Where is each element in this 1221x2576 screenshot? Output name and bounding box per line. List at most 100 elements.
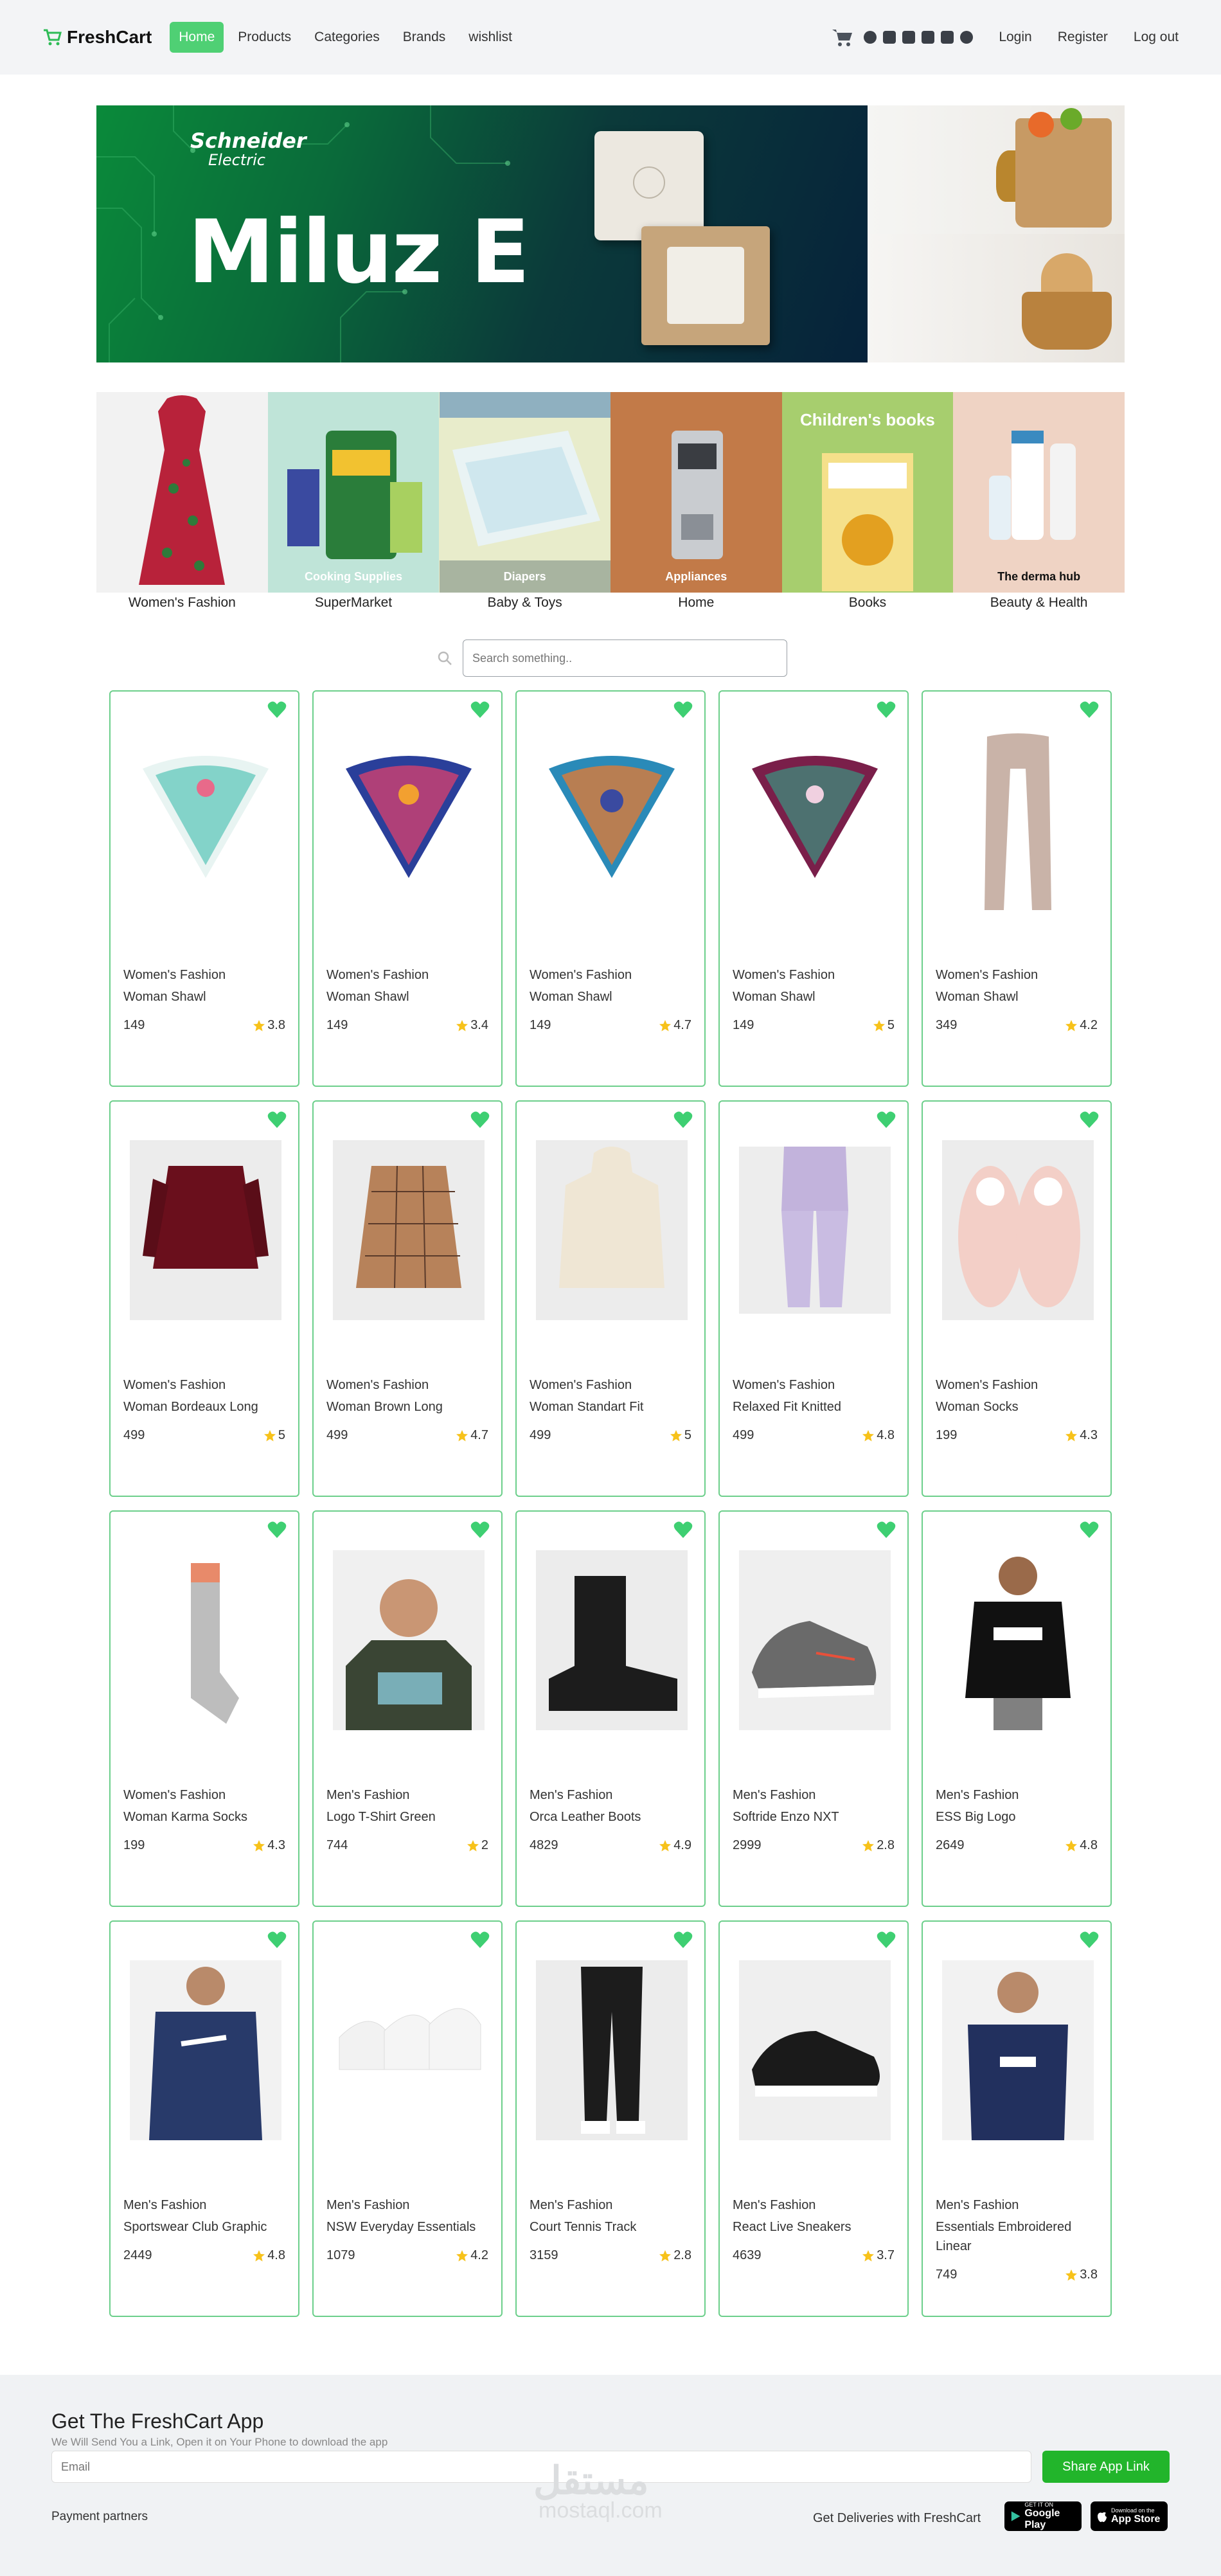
youtube-icon[interactable]	[922, 31, 935, 44]
category-item[interactable]: The derma hub Beauty & Health	[953, 392, 1125, 617]
product-card[interactable]: Women's Fashion Woman Shawl 149 3.4	[312, 690, 503, 1087]
heart-icon[interactable]	[1080, 701, 1099, 719]
google-play-text: Google Play	[1024, 2508, 1060, 2530]
search-input[interactable]	[463, 640, 787, 677]
product-price: 499	[326, 1428, 348, 1442]
product-card[interactable]: Women's Fashion Woman Shawl 149 5	[718, 690, 909, 1087]
nav-home[interactable]: Home	[170, 22, 224, 53]
heart-icon[interactable]	[877, 1931, 896, 1949]
product-rating: 4.7	[659, 1018, 691, 1033]
product-card[interactable]: Women's Fashion Woman Socks 199 4.3	[922, 1100, 1112, 1497]
product-card[interactable]: Men's Fashion NSW Everyday Essentials 1079…	[312, 1920, 503, 2317]
category-item[interactable]: Women's Fashion	[96, 392, 268, 617]
product-card[interactable]: Men's Fashion Essentials Embroidered Line…	[922, 1920, 1112, 2317]
register-link[interactable]: Register	[1058, 30, 1108, 45]
product-card[interactable]: Men's Fashion React Live Sneakers 4639 3.7	[718, 1920, 909, 2317]
product-category: Men's Fashion	[530, 1788, 613, 1802]
instagram-icon[interactable]	[960, 31, 974, 44]
facebook-icon[interactable]	[864, 31, 877, 44]
product-card[interactable]: Women's Fashion Woman Shawl 149 4.7	[515, 690, 706, 1087]
login-link[interactable]: Login	[999, 30, 1031, 45]
category-item[interactable]: Cooking Supplies SuperMarket	[267, 392, 440, 617]
category-item[interactable]: Children's books Books	[781, 392, 954, 617]
nav-categories[interactable]: Categories	[305, 22, 389, 53]
heart-icon[interactable]	[1080, 1521, 1099, 1539]
nav-wishlist[interactable]: wishlist	[459, 22, 521, 53]
app-store-badge[interactable]: Download on the App Store	[1091, 2501, 1168, 2531]
heart-icon[interactable]	[470, 701, 490, 719]
heart-icon[interactable]	[267, 1521, 287, 1539]
switch-image	[594, 131, 704, 240]
product-category: Men's Fashion	[936, 2198, 1019, 2212]
star-icon	[862, 2250, 875, 2261]
schneider-logo: Schneider Electric	[190, 130, 307, 170]
heart-icon[interactable]	[267, 1111, 287, 1129]
star-icon	[1065, 1839, 1078, 1851]
product-rating: 4.3	[1065, 1428, 1098, 1443]
share-app-link-button[interactable]: Share App Link	[1042, 2451, 1170, 2483]
star-icon	[873, 1019, 885, 1031]
product-price: 749	[936, 2267, 958, 2282]
product-rating: 4.2	[1065, 1018, 1098, 1033]
product-card[interactable]: Women's Fashion Woman Standart Fit 499 5	[515, 1100, 706, 1497]
product-image	[333, 1550, 485, 1730]
heart-icon[interactable]	[1080, 1111, 1099, 1129]
product-image	[965, 1557, 1071, 1730]
rating-value: 2	[481, 1838, 488, 1852]
product-card[interactable]: Women's Fashion Woman Shawl 349 4.2	[922, 690, 1112, 1087]
product-card[interactable]: Women's Fashion Relaxed Fit Knitted 499 4.8	[718, 1100, 909, 1497]
side-banner-bread[interactable]	[868, 234, 1125, 362]
heart-icon[interactable]	[470, 1111, 490, 1129]
star-icon	[659, 1019, 672, 1031]
product-card[interactable]: Men's Fashion Softride Enzo NXT 2999 2.8	[718, 1510, 909, 1907]
product-card[interactable]: Women's Fashion Woman Bordeaux Long 499 5	[109, 1100, 299, 1497]
product-card[interactable]: Men's Fashion Sportswear Club Graphic 2449…	[109, 1920, 299, 2317]
product-card[interactable]: Men's Fashion Logo T-Shirt Green 744 2	[312, 1510, 503, 1907]
nav-products[interactable]: Products	[229, 22, 300, 53]
product-image	[985, 733, 1051, 910]
category-image: The derma hub	[953, 392, 1125, 593]
logout-link[interactable]: Log out	[1134, 30, 1179, 45]
heart-icon[interactable]	[1080, 1931, 1099, 1949]
heart-icon[interactable]	[267, 1931, 287, 1949]
category-item[interactable]: Diapers Baby & Toys	[439, 392, 610, 617]
product-card[interactable]: Women's Fashion Woman Karma Socks 199 4.3	[109, 1510, 299, 1907]
star-icon	[253, 2250, 265, 2261]
product-card[interactable]: Women's Fashion Woman Shawl 149 3.8	[109, 690, 299, 1087]
heart-icon[interactable]	[470, 1521, 490, 1539]
product-card[interactable]: Men's Fashion ESS Big Logo 2649 4.8	[922, 1510, 1112, 1907]
side-banner-grocery[interactable]	[868, 105, 1125, 234]
product-card[interactable]: Women's Fashion Woman Brown Long 499 4.7	[312, 1100, 503, 1497]
star-icon	[1065, 1429, 1078, 1441]
slider-title: Miluz E	[188, 202, 530, 303]
heart-icon[interactable]	[673, 1111, 693, 1129]
nav-brands[interactable]: Brands	[394, 22, 455, 53]
tiktok-icon[interactable]	[941, 31, 954, 44]
heart-icon[interactable]	[877, 701, 896, 719]
heart-icon[interactable]	[877, 1521, 896, 1539]
star-icon	[456, 2250, 468, 2261]
heart-icon[interactable]	[673, 701, 693, 719]
heart-icon[interactable]	[470, 1931, 490, 1949]
cart-icon[interactable]	[832, 28, 853, 47]
linkedin-icon[interactable]	[902, 31, 916, 44]
brand-logo[interactable]: FreshCart	[42, 27, 152, 48]
category-image: Cooking Supplies	[267, 392, 440, 593]
apple-icon	[1098, 2512, 1107, 2522]
product-rating: 3.8	[253, 1018, 285, 1033]
main-slider[interactable]: Schneider Electric Miluz E	[96, 105, 868, 362]
product-rating: 4.7	[456, 1428, 488, 1443]
twitter-icon[interactable]	[883, 31, 896, 44]
heart-icon[interactable]	[673, 1931, 693, 1949]
product-card[interactable]: Men's Fashion Orca Leather Boots 4829 4.9	[515, 1510, 706, 1907]
product-card[interactable]: Men's Fashion Court Tennis Track 3159 2.8	[515, 1920, 706, 2317]
heart-icon[interactable]	[877, 1111, 896, 1129]
heart-icon[interactable]	[673, 1521, 693, 1539]
heart-icon[interactable]	[267, 701, 287, 719]
product-image	[739, 1550, 891, 1730]
category-item[interactable]: Appliances Home	[610, 392, 782, 617]
product-price: 199	[936, 1428, 958, 1442]
rating-value: 4.8	[877, 1428, 895, 1442]
google-play-badge[interactable]: GET IT ON Google Play	[1004, 2501, 1082, 2531]
footer-subtitle: We Will Send You a Link, Open it on Your…	[51, 2436, 388, 2448]
